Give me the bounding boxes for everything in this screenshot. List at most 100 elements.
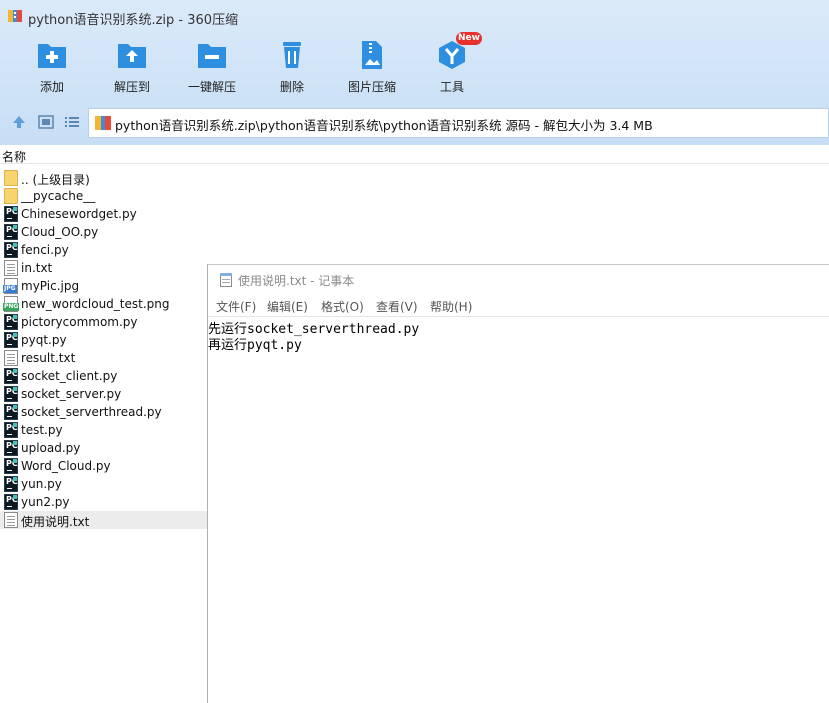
file-name: new_wordcloud_test.png — [21, 297, 170, 311]
file-name: Chinesewordget.py — [21, 207, 137, 221]
file-name: pictorycommom.py — [21, 315, 138, 329]
file-row[interactable]: PC socket_client.py — [0, 367, 207, 385]
add-folder-icon — [38, 44, 66, 68]
notepad-menu-bar: 文件(F) 编辑(E) 格式(O) 查看(V) 帮助(H) — [208, 296, 829, 316]
one-click-extract-button[interactable]: 一键解压 — [172, 36, 252, 98]
python-file-icon: PC — [4, 314, 18, 330]
text-file-icon — [4, 260, 18, 276]
top-area: python语音识别系统.zip - 360压缩 添加 解压到 一键解压 删除 … — [0, 0, 829, 145]
python-file-icon: PC — [4, 422, 18, 438]
menu-file[interactable]: 文件(F) — [216, 298, 256, 315]
delete-button[interactable]: 删除 — [252, 36, 332, 98]
file-name: __pycache__ — [21, 189, 96, 203]
notepad-title-bar: 使用说明.txt - 记事本 — [208, 265, 829, 295]
file-row[interactable]: PC yun2.py — [0, 493, 207, 511]
one-click-extract-label: 一键解压 — [187, 80, 236, 94]
tools-label: 工具 — [439, 80, 464, 94]
file-name: upload.py — [21, 441, 81, 455]
menu-edit[interactable]: 编辑(E) — [267, 298, 308, 315]
text-file-icon — [4, 512, 18, 528]
zip-app-icon — [8, 10, 22, 22]
menu-view[interactable]: 查看(V) — [376, 298, 418, 315]
file-name: .. (上级目录) — [21, 173, 90, 187]
text-file-icon — [4, 350, 18, 366]
file-row[interactable]: PC upload.py — [0, 439, 207, 457]
text-line: 再运行pyqt.py — [208, 338, 302, 353]
delete-label: 删除 — [279, 80, 304, 94]
file-name: socket_client.py — [21, 369, 118, 383]
file-row[interactable]: PC pyqt.py — [0, 331, 207, 349]
python-file-icon: PC — [4, 404, 18, 420]
zip-file-icon — [95, 116, 111, 130]
image-compress-label: 图片压缩 — [347, 80, 396, 94]
window-title: python语音识别系统.zip - 360压缩 — [28, 13, 239, 28]
python-file-icon: PC — [4, 332, 18, 348]
tools-button[interactable]: 工具 — [412, 36, 492, 98]
image-compress-icon — [362, 41, 382, 69]
toolbar: 添加 解压到 一键解压 删除 图片压缩 工具 — [0, 36, 829, 98]
quick-extract-icon — [198, 44, 226, 68]
python-file-icon: PC — [4, 458, 18, 474]
notepad-text-area[interactable]: 先运行socket_serverthread.py 再运行pyqt.py — [208, 316, 829, 703]
thumbnail-view-icon[interactable] — [38, 114, 54, 130]
file-name: pyqt.py — [21, 333, 67, 347]
file-row[interactable]: .. (上级目录) — [0, 169, 207, 187]
file-row[interactable]: PC Word_Cloud.py — [0, 457, 207, 475]
file-name: Word_Cloud.py — [21, 459, 111, 473]
extract-folder-icon — [118, 44, 146, 68]
file-row[interactable]: in.txt — [0, 259, 207, 277]
notepad-title: 使用说明.txt - 记事本 — [238, 274, 355, 288]
file-row[interactable]: 使用说明.txt — [0, 511, 207, 529]
file-row[interactable]: PC socket_serverthread.py — [0, 403, 207, 421]
jpg-file-icon: JPG — [3, 278, 18, 294]
name-column-label: 名称 — [2, 150, 27, 164]
file-name: 使用说明.txt — [21, 515, 90, 529]
file-row[interactable]: PC socket_server.py — [0, 385, 207, 403]
notepad-window: 使用说明.txt - 记事本 文件(F) 编辑(E) 格式(O) 查看(V) 帮… — [207, 264, 829, 703]
file-row[interactable]: PNG new_wordcloud_test.png — [0, 295, 207, 313]
python-file-icon: PC — [4, 206, 18, 222]
file-row[interactable]: result.txt — [0, 349, 207, 367]
add-button[interactable]: 添加 — [12, 36, 92, 98]
file-name: fenci.py — [21, 243, 69, 257]
address-path: python语音识别系统.zip\python语音识别系统\python语音识别… — [115, 118, 653, 133]
notepad-icon — [220, 273, 232, 287]
python-file-icon: PC — [4, 476, 18, 492]
file-row[interactable]: PC fenci.py — [0, 241, 207, 259]
file-name: in.txt — [21, 261, 53, 275]
extract-to-label: 解压到 — [113, 80, 150, 94]
file-row[interactable]: PC Chinesewordget.py — [0, 205, 207, 223]
add-label: 添加 — [39, 80, 64, 94]
file-row[interactable]: __pycache__ — [0, 187, 207, 205]
folder-icon — [4, 170, 18, 186]
file-row[interactable]: PC test.py — [0, 421, 207, 439]
address-bar[interactable]: python语音识别系统.zip\python语音识别系统\python语音识别… — [88, 108, 829, 138]
file-row[interactable]: PC yun.py — [0, 475, 207, 493]
menu-format[interactable]: 格式(O) — [321, 298, 364, 315]
file-row[interactable]: JPG myPic.jpg — [0, 277, 207, 295]
extract-to-button[interactable]: 解压到 — [92, 36, 172, 98]
menu-help[interactable]: 帮助(H) — [430, 298, 472, 315]
address-row: python语音识别系统.zip\python语音识别系统\python语音识别… — [0, 106, 829, 138]
png-file-icon: PNG — [3, 296, 20, 312]
folder-icon — [4, 188, 18, 204]
title-bar: python语音识别系统.zip - 360压缩 — [0, 0, 829, 32]
python-file-icon: PC — [4, 368, 18, 384]
python-file-icon: PC — [4, 440, 18, 456]
list-view-icon[interactable] — [64, 114, 80, 130]
trash-icon — [283, 42, 301, 68]
file-name: myPic.jpg — [21, 279, 80, 293]
file-name: test.py — [21, 423, 63, 437]
python-file-icon: PC — [4, 386, 18, 402]
new-badge: New — [456, 32, 482, 45]
python-file-icon: PC — [4, 224, 18, 240]
file-name: Cloud_OO.py — [21, 225, 99, 239]
python-file-icon: PC — [4, 494, 18, 510]
file-row[interactable]: PC pictorycommom.py — [0, 313, 207, 331]
up-arrow-icon[interactable] — [11, 114, 27, 130]
image-compress-button[interactable]: 图片压缩 — [332, 36, 412, 98]
name-column-header[interactable]: 名称 — [0, 146, 829, 164]
file-name: socket_server.py — [21, 387, 122, 401]
file-name: yun2.py — [21, 495, 70, 509]
file-row[interactable]: PC Cloud_OO.py — [0, 223, 207, 241]
